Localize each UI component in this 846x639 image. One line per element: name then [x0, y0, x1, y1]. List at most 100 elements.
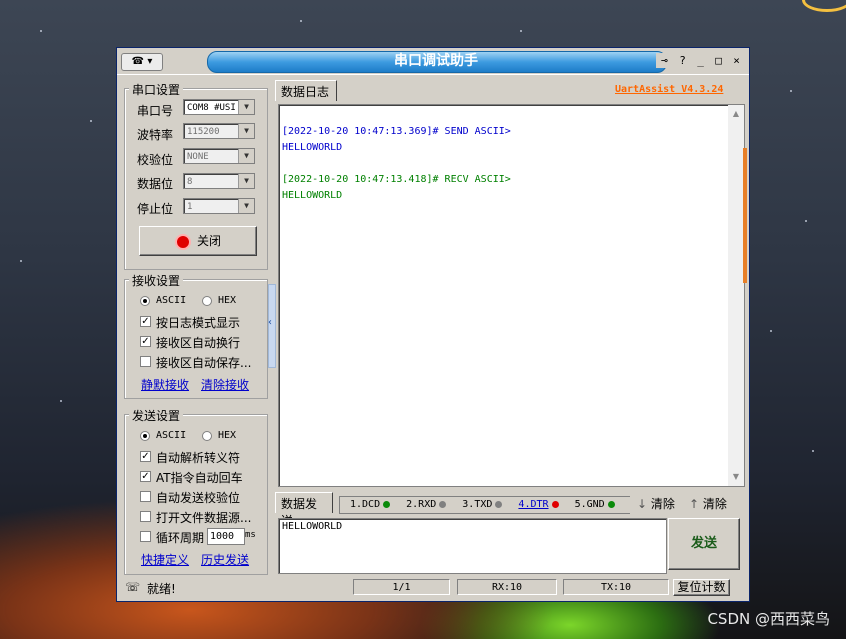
- tab-data-send[interactable]: 数据发送: [275, 492, 333, 528]
- window-accent-bar: [743, 148, 747, 283]
- serial-settings-group: 串口设置 串口号 COM8 #USI ▼ 波特率 115200 ▼ 校验位 NONE…: [124, 81, 268, 270]
- tx-counter: TX:10: [563, 579, 669, 595]
- serial-settings-title: 串口设置: [129, 81, 184, 98]
- dtr-toggle[interactable]: 4.DTR: [518, 499, 548, 510]
- decorative-ring: [802, 0, 846, 12]
- recv-save-label: 接收区自动保存...: [156, 356, 252, 370]
- history-send-link[interactable]: 历史发送: [201, 551, 249, 568]
- chevron-down-icon: ▼: [238, 199, 254, 213]
- close-icon[interactable]: ×: [728, 53, 745, 68]
- gnd-label: 5.GND: [574, 499, 605, 510]
- escape-parse-label: 自动解析转义符: [156, 451, 241, 465]
- log-recv-body: HELLOWORLD: [282, 190, 343, 201]
- reset-count-button[interactable]: 复位计数: [673, 579, 730, 596]
- auto-checksum-label: 自动发送校验位: [156, 491, 241, 505]
- loop-period-label: 循环周期: [156, 531, 205, 545]
- clear-send-button[interactable]: ↓ 清除: [637, 495, 675, 512]
- status-icon: ☏: [125, 580, 141, 594]
- quick-define-link[interactable]: 快捷定义: [141, 551, 189, 568]
- system-menu-button[interactable]: ☎ ▾: [121, 53, 163, 71]
- help-icon[interactable]: ?: [674, 53, 691, 68]
- baud-select[interactable]: 115200 ▼: [183, 123, 255, 139]
- log-recv-header: [2022-10-20 10:47:13.418]# RECV ASCII>: [282, 174, 511, 185]
- receive-settings-group: 接收设置 ASCII HEX ✓ 按日志模式显示 ✓ 接收区自动换行 接收区自动…: [124, 272, 268, 399]
- data-bits-select[interactable]: 8 ▼: [183, 173, 255, 189]
- send-input[interactable]: HELLOWORLD: [278, 518, 667, 574]
- receive-log-area[interactable]: [2022-10-20 10:47:13.369]# SEND ASCII> H…: [278, 104, 745, 487]
- scroll-up-icon[interactable]: ▲: [728, 107, 744, 121]
- send-ascii-label: ASCII: [156, 430, 187, 441]
- rxd-label: 2.RXD: [406, 499, 437, 510]
- data-bits-label: 数据位: [137, 177, 174, 191]
- recv-wrap-checkbox[interactable]: ✓: [140, 336, 151, 347]
- port-select[interactable]: COM8 #USI ▼: [183, 99, 255, 115]
- txd-led-icon: [495, 500, 503, 508]
- maximize-icon[interactable]: □: [710, 53, 727, 68]
- recv-hex-radio[interactable]: [202, 296, 212, 306]
- chevron-down-icon: ▼: [238, 149, 254, 163]
- rxd-led-icon: [439, 500, 447, 508]
- status-text: 就绪!: [147, 582, 176, 596]
- log-send-header: [2022-10-20 10:47:13.369]# SEND ASCII>: [282, 126, 511, 137]
- dcd-label: 1.DCD: [350, 499, 381, 510]
- scroll-down-icon[interactable]: ▼: [728, 470, 744, 484]
- rx-counter: RX:10: [457, 579, 557, 595]
- brand-label: UartAssist V4.3.24: [615, 84, 724, 95]
- stop-bits-label: 停止位: [137, 202, 174, 216]
- send-hex-label: HEX: [218, 430, 237, 441]
- page-indicator: 1/1: [353, 579, 450, 595]
- txd-label: 3.TXD: [462, 499, 493, 510]
- period-unit: ms: [245, 530, 256, 540]
- chevron-down-icon: ▼: [238, 124, 254, 138]
- recv-ascii-label: ASCII: [156, 295, 187, 306]
- file-source-label: 打开文件数据源...: [156, 511, 252, 525]
- dtr-led-icon: [551, 500, 559, 508]
- log-send-body: HELLOWORLD: [282, 142, 343, 153]
- recv-hex-label: HEX: [218, 295, 237, 306]
- stop-bits-select[interactable]: 1 ▼: [183, 198, 255, 214]
- arrow-down-icon: ↓: [637, 497, 648, 511]
- chevron-left-icon: ‹: [268, 317, 272, 328]
- file-source-checkbox[interactable]: [140, 511, 151, 522]
- send-button[interactable]: 发送: [668, 518, 740, 570]
- silent-receive-link[interactable]: 静默接收: [141, 376, 189, 393]
- minimize-icon[interactable]: _: [692, 53, 709, 68]
- recv-wrap-label: 接收区自动换行: [156, 336, 241, 350]
- log-mode-label: 按日志模式显示: [156, 316, 241, 330]
- parity-select[interactable]: NONE ▼: [183, 148, 255, 164]
- send-ascii-radio[interactable]: [140, 431, 150, 441]
- record-icon: [174, 233, 191, 250]
- gnd-led-icon: [607, 500, 615, 508]
- watermark: CSDN @西西菜鸟: [707, 610, 830, 628]
- log-mode-checkbox[interactable]: ✓: [140, 316, 151, 327]
- escape-parse-checkbox[interactable]: ✓: [140, 451, 151, 462]
- panel-collapse-handle[interactable]: ‹: [268, 284, 276, 368]
- send-settings-title: 发送设置: [129, 407, 184, 424]
- send-settings-group: 发送设置 ASCII HEX ✓ 自动解析转义符 ✓ AT指令自动回车 自动发送…: [124, 407, 268, 575]
- at-return-checkbox[interactable]: ✓: [140, 471, 151, 482]
- chevron-down-icon: ▼: [238, 174, 254, 188]
- pin-icon[interactable]: ⊸: [656, 53, 673, 68]
- clear-receive-link[interactable]: 清除接收: [201, 376, 249, 393]
- signal-indicators: 1.DCD 2.RXD 3.TXD 4.DTR 5.GND 6.: [339, 496, 630, 514]
- send-input-text: HELLOWORLD: [282, 521, 343, 532]
- app-icon: ☎: [131, 56, 145, 67]
- loop-period-checkbox[interactable]: [140, 531, 151, 542]
- recv-ascii-radio[interactable]: [140, 296, 150, 306]
- period-input[interactable]: 1000: [207, 528, 245, 545]
- recv-save-checkbox[interactable]: [140, 356, 151, 367]
- baud-label: 波特率: [137, 128, 174, 142]
- uart-assist-window: ☎ ▾ 串口调试助手 ⊸ ? _ □ × 串口设置 串口号 COM8 #USI ▼…: [116, 47, 750, 602]
- tab-data-log[interactable]: 数据日志: [275, 80, 337, 101]
- parity-label: 校验位: [137, 153, 174, 167]
- port-label: 串口号: [137, 104, 174, 118]
- dcd-led-icon: [383, 500, 391, 508]
- chevron-down-icon: ▼: [238, 100, 254, 114]
- send-hex-radio[interactable]: [202, 431, 212, 441]
- open-close-port-button[interactable]: 关闭: [139, 226, 257, 256]
- clear-log-button[interactable]: ↑ 清除: [689, 495, 727, 512]
- auto-checksum-checkbox[interactable]: [140, 491, 151, 502]
- window-title: 串口调试助手: [394, 53, 478, 69]
- receive-settings-title: 接收设置: [129, 272, 184, 289]
- log-scrollbar[interactable]: ▲ ▼: [728, 105, 744, 486]
